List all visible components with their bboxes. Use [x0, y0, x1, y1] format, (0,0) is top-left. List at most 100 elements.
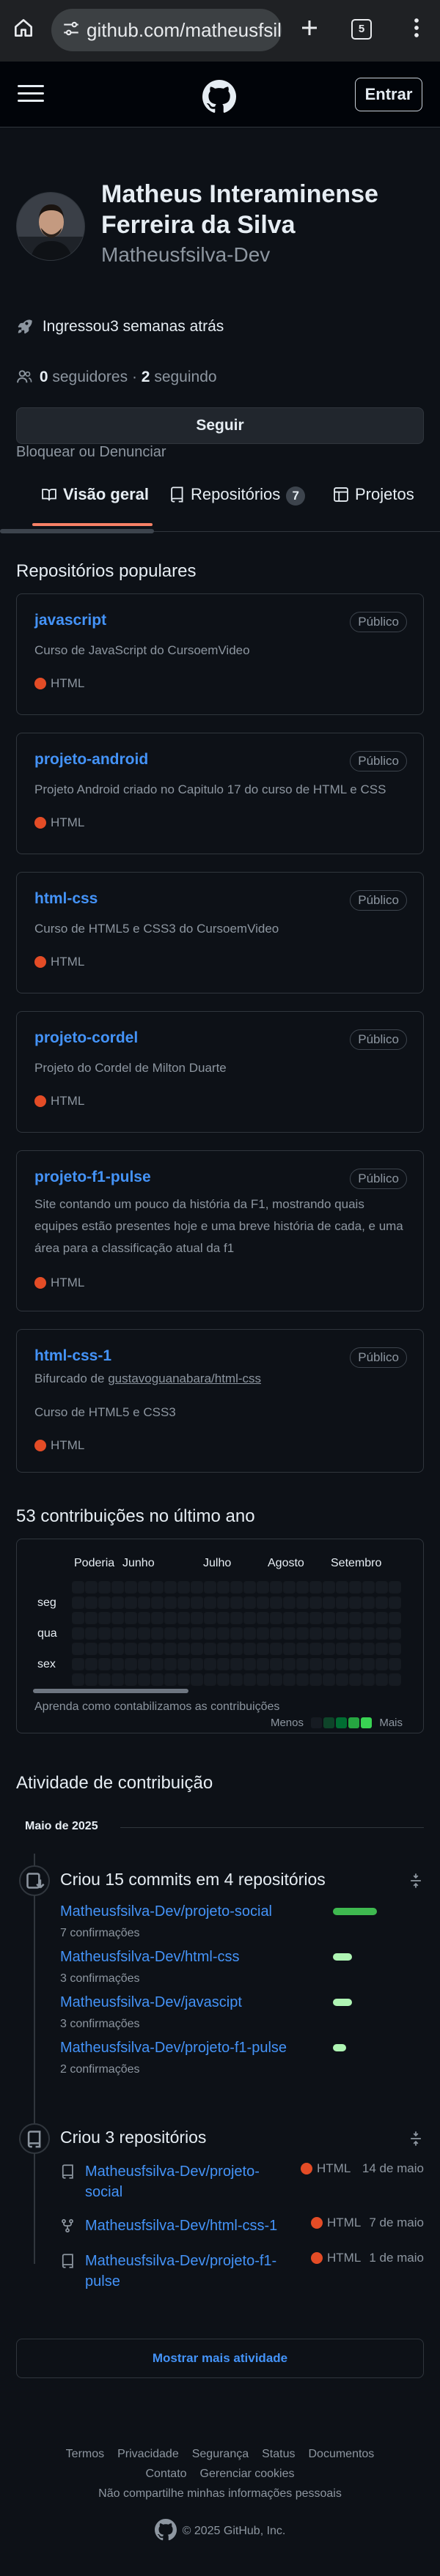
- contribution-cell[interactable]: [125, 1612, 137, 1624]
- commit-count-link[interactable]: 2 confirmações: [60, 2063, 140, 2076]
- contribution-cell[interactable]: [362, 1581, 375, 1594]
- contribution-cell[interactable]: [98, 1612, 111, 1624]
- commit-count-link[interactable]: 3 confirmações: [60, 1972, 140, 1985]
- github-logo-icon[interactable]: [202, 80, 236, 114]
- commit-count-link[interactable]: 7 confirmações: [60, 1927, 140, 1940]
- contribution-cell[interactable]: [336, 1643, 348, 1655]
- contribution-cell[interactable]: [296, 1643, 309, 1655]
- repo-name-link[interactable]: projeto-android: [34, 751, 148, 769]
- contribution-cell[interactable]: [257, 1627, 269, 1640]
- contribution-cell[interactable]: [72, 1581, 84, 1594]
- collapse-icon[interactable]: [408, 2131, 424, 2147]
- contribution-cell[interactable]: [270, 1581, 282, 1594]
- contribution-cell[interactable]: [98, 1627, 111, 1640]
- contribution-cell[interactable]: [389, 1658, 401, 1670]
- contribution-cell[interactable]: [336, 1581, 348, 1594]
- contribution-cell[interactable]: [138, 1612, 150, 1624]
- contribution-cell[interactable]: [230, 1643, 243, 1655]
- footer-link[interactable]: Termos: [66, 2448, 104, 2460]
- contribution-cell[interactable]: [336, 1596, 348, 1609]
- contribution-cell[interactable]: [362, 1612, 375, 1624]
- contribution-cell[interactable]: [283, 1627, 296, 1640]
- contribution-cell[interactable]: [349, 1658, 362, 1670]
- footer-link[interactable]: Segurança: [192, 2448, 249, 2460]
- home-icon[interactable]: [9, 13, 38, 42]
- contribution-cell[interactable]: [125, 1658, 137, 1670]
- menu-icon[interactable]: [18, 85, 44, 104]
- contribution-cell[interactable]: [283, 1596, 296, 1609]
- contribution-cell[interactable]: [375, 1627, 388, 1640]
- contribution-cell[interactable]: [336, 1627, 348, 1640]
- contribution-cell[interactable]: [85, 1658, 98, 1670]
- contribution-cell[interactable]: [72, 1643, 84, 1655]
- follow-button[interactable]: Seguir: [16, 407, 424, 444]
- contribution-cell[interactable]: [257, 1581, 269, 1594]
- contribution-cell[interactable]: [283, 1612, 296, 1624]
- calendar-scrollbar[interactable]: [33, 1689, 188, 1693]
- footer-link[interactable]: Privacidade: [117, 2448, 179, 2460]
- contribution-cell[interactable]: [362, 1596, 375, 1609]
- contribution-cell[interactable]: [257, 1673, 269, 1686]
- contribution-cell[interactable]: [309, 1658, 322, 1670]
- contribution-cell[interactable]: [270, 1643, 282, 1655]
- contribution-cell[interactable]: [125, 1643, 137, 1655]
- contribution-cell[interactable]: [389, 1627, 401, 1640]
- contribution-cell[interactable]: [375, 1673, 388, 1686]
- contribution-cell[interactable]: [164, 1643, 177, 1655]
- contribution-cell[interactable]: [389, 1596, 401, 1609]
- contribution-cell[interactable]: [323, 1581, 335, 1594]
- contribution-cell[interactable]: [151, 1581, 164, 1594]
- contribution-cell[interactable]: [138, 1581, 150, 1594]
- contribution-cell[interactable]: [349, 1581, 362, 1594]
- contribution-cell[interactable]: [296, 1612, 309, 1624]
- contribution-cell[interactable]: [111, 1643, 124, 1655]
- contribution-cell[interactable]: [164, 1673, 177, 1686]
- show-more-activity-button[interactable]: Mostrar mais atividade: [16, 2339, 424, 2378]
- site-settings-icon[interactable]: [62, 19, 84, 41]
- contribution-cell[interactable]: [283, 1673, 296, 1686]
- contribution-cell[interactable]: [125, 1596, 137, 1609]
- contribution-cell[interactable]: [85, 1612, 98, 1624]
- contribution-cell[interactable]: [138, 1658, 150, 1670]
- contribution-cell[interactable]: [296, 1658, 309, 1670]
- contribution-cell[interactable]: [204, 1581, 216, 1594]
- new-tab-icon[interactable]: [295, 13, 324, 42]
- contribution-cell[interactable]: [323, 1596, 335, 1609]
- contribution-cell[interactable]: [257, 1643, 269, 1655]
- contribution-cell[interactable]: [362, 1627, 375, 1640]
- contribution-cell[interactable]: [362, 1643, 375, 1655]
- forked-from-link[interactable]: gustavoguanabara/html-css: [108, 1372, 261, 1385]
- contribution-cell[interactable]: [230, 1612, 243, 1624]
- sign-in-button[interactable]: Entrar: [355, 78, 422, 111]
- contribution-cell[interactable]: [309, 1596, 322, 1609]
- commit-repo-link[interactable]: Matheusfsilva-Dev/projeto-social: [60, 1903, 272, 1920]
- contribution-cell[interactable]: [217, 1658, 230, 1670]
- contribution-cell[interactable]: [111, 1673, 124, 1686]
- contribution-cell[interactable]: [323, 1627, 335, 1640]
- contribution-cell[interactable]: [323, 1612, 335, 1624]
- contribution-cell[interactable]: [243, 1673, 256, 1686]
- repo-name-link[interactable]: html-css-1: [34, 1347, 111, 1365]
- contribution-cell[interactable]: [217, 1627, 230, 1640]
- contribution-cell[interactable]: [243, 1596, 256, 1609]
- contribution-cell[interactable]: [230, 1581, 243, 1594]
- contribution-cell[interactable]: [98, 1658, 111, 1670]
- repo-name-link[interactable]: projeto-f1-pulse: [34, 1169, 151, 1186]
- contribution-cell[interactable]: [125, 1581, 137, 1594]
- contribution-cell[interactable]: [151, 1643, 164, 1655]
- contribution-cell[interactable]: [151, 1596, 164, 1609]
- contribution-cell[interactable]: [191, 1612, 203, 1624]
- contribution-cell[interactable]: [151, 1627, 164, 1640]
- contribution-cell[interactable]: [72, 1658, 84, 1670]
- contribution-cell[interactable]: [85, 1581, 98, 1594]
- contribution-cell[interactable]: [243, 1612, 256, 1624]
- tabs-scrollbar[interactable]: [0, 529, 154, 533]
- contribution-cell[interactable]: [257, 1612, 269, 1624]
- contribution-cell[interactable]: [270, 1612, 282, 1624]
- contribution-cell[interactable]: [111, 1658, 124, 1670]
- learn-contributions-link[interactable]: Aprenda como contabilizamos as contribui…: [34, 1700, 279, 1714]
- contribution-cell[interactable]: [243, 1643, 256, 1655]
- contribution-cell[interactable]: [98, 1581, 111, 1594]
- contribution-cell[interactable]: [151, 1673, 164, 1686]
- contribution-cell[interactable]: [138, 1643, 150, 1655]
